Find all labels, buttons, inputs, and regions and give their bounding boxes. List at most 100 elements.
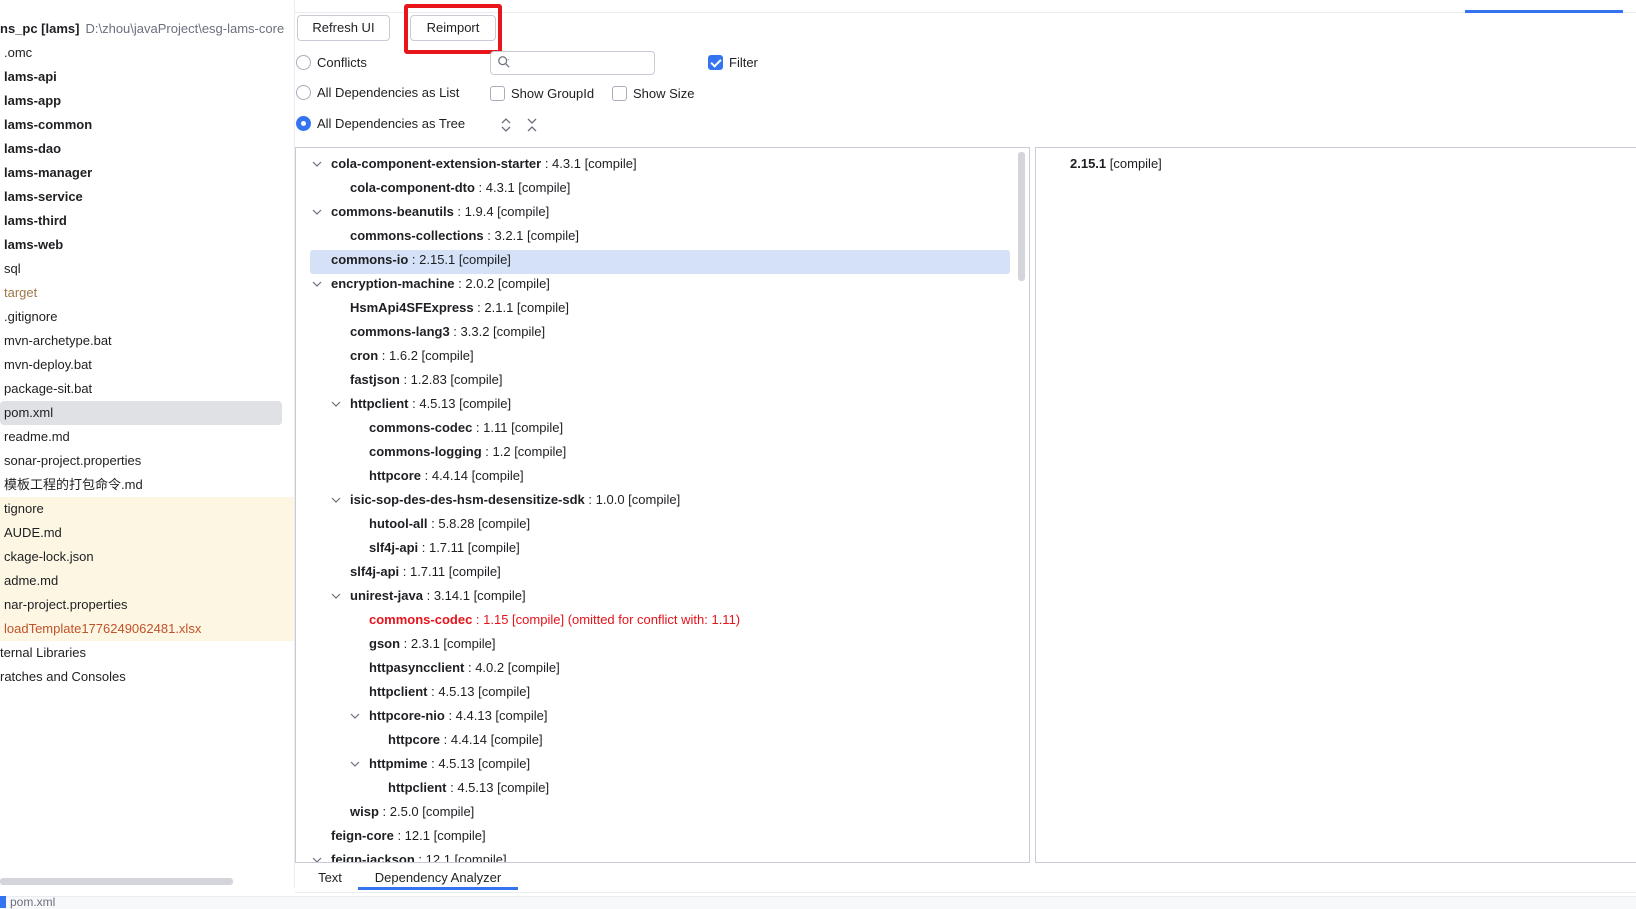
project-tree-item[interactable]: adme.md bbox=[0, 569, 294, 593]
dependency-row[interactable]: commons-collections : 3.2.1 [compile] bbox=[350, 224, 579, 248]
breadcrumb[interactable]: pom.xml bbox=[0, 895, 55, 909]
dependency-row-conflict[interactable]: commons-codec : 1.15 [compile] (omitted … bbox=[369, 608, 740, 632]
dependency-name: commons-io bbox=[331, 252, 409, 267]
chevron-down-icon[interactable] bbox=[312, 207, 322, 217]
dependency-row[interactable]: hutool-all : 5.8.28 [compile] bbox=[369, 512, 530, 536]
show-groupid-checkbox[interactable]: Show GroupId bbox=[490, 84, 594, 104]
project-root-header[interactable]: ns_pc [lams] D:\zhou\javaProject\esg-lams… bbox=[0, 18, 284, 40]
dependency-row[interactable]: cron : 1.6.2 [compile] bbox=[350, 344, 474, 368]
dependency-row[interactable]: HsmApi4SFExpress : 2.1.1 [compile] bbox=[350, 296, 569, 320]
project-tree-item[interactable]: .gitignore bbox=[0, 305, 294, 329]
radio-circle-icon bbox=[296, 85, 311, 100]
dependency-row[interactable]: httpclient : 4.5.13 [compile] bbox=[388, 776, 549, 800]
show-size-checkbox[interactable]: Show Size bbox=[612, 84, 694, 104]
search-field[interactable] bbox=[490, 51, 655, 75]
dependency-name: gson bbox=[369, 636, 401, 651]
project-tree-item[interactable]: lams-manager bbox=[0, 161, 294, 185]
project-tree-item[interactable]: sql bbox=[0, 257, 294, 281]
radio-selected-icon bbox=[296, 116, 311, 131]
dependency-name: cron bbox=[350, 348, 379, 363]
dependency-row[interactable]: httpasyncclient : 4.0.2 [compile] bbox=[369, 656, 560, 680]
conflicts-radio[interactable]: Conflicts bbox=[296, 53, 367, 73]
filter-checkbox[interactable]: Filter bbox=[708, 53, 758, 73]
refresh-ui-button[interactable]: Refresh UI bbox=[297, 15, 390, 41]
chevron-down-icon[interactable] bbox=[312, 279, 322, 289]
tree-view-radio[interactable]: All Dependencies as Tree bbox=[296, 114, 465, 134]
project-tree-item[interactable]: mvn-deploy.bat bbox=[0, 353, 294, 377]
dependency-row[interactable]: cola-component-dto : 4.3.1 [compile] bbox=[350, 176, 570, 200]
dependency-row[interactable]: httpcore-nio : 4.4.13 [compile] bbox=[369, 704, 547, 728]
tab-text[interactable]: Text bbox=[308, 868, 352, 890]
detail-entry[interactable]: 2.15.1 [compile] bbox=[1070, 154, 1162, 174]
project-tree-item[interactable]: lams-common bbox=[0, 113, 294, 137]
project-tree-item[interactable]: ternal Libraries bbox=[0, 641, 294, 665]
search-input[interactable] bbox=[517, 54, 649, 72]
project-tree-item[interactable]: sonar-project.properties bbox=[0, 449, 294, 473]
chevron-down-icon[interactable] bbox=[331, 495, 341, 505]
dependency-row[interactable]: httpcore : 4.4.14 [compile] bbox=[369, 464, 524, 488]
dependency-row[interactable]: httpmime : 4.5.13 [compile] bbox=[369, 752, 530, 776]
project-tree-item[interactable]: lams-third bbox=[0, 209, 294, 233]
project-tree-item[interactable]: tignore bbox=[0, 497, 294, 521]
chevron-down-icon[interactable] bbox=[331, 399, 341, 409]
dependency-row[interactable]: isic-sop-des-des-hsm-desensitize-sdk : 1… bbox=[350, 488, 680, 512]
dependency-row[interactable]: slf4j-api : 1.7.11 [compile] bbox=[350, 560, 501, 584]
project-tree-item-label: ratches and Consoles bbox=[0, 669, 126, 684]
project-tree-item[interactable]: target bbox=[0, 281, 294, 305]
tab-dependency-analyzer[interactable]: Dependency Analyzer bbox=[358, 868, 518, 890]
project-tree-item[interactable]: pom.xml bbox=[0, 401, 282, 425]
project-tree-item-label: lams-web bbox=[4, 237, 64, 252]
sidebar-horizontal-scrollbar[interactable] bbox=[0, 878, 233, 885]
dependency-row[interactable]: feign-jackson : 12.1 [compile] bbox=[331, 848, 507, 863]
dependency-row[interactable]: commons-logging : 1.2 [compile] bbox=[369, 440, 566, 464]
collapse-all-icon[interactable] bbox=[524, 117, 540, 133]
dependency-name: httpclient bbox=[369, 684, 428, 699]
project-tree-item[interactable]: lams-web bbox=[0, 233, 294, 257]
project-tree-item[interactable]: lams-dao bbox=[0, 137, 294, 161]
dependency-version: : 4.4.14 [compile] bbox=[421, 468, 524, 483]
chevron-down-icon[interactable] bbox=[331, 591, 341, 601]
dependency-row[interactable]: encryption-machine : 2.0.2 [compile] bbox=[331, 272, 550, 296]
dependency-row[interactable]: commons-lang3 : 3.3.2 [compile] bbox=[350, 320, 545, 344]
dependency-row[interactable]: gson : 2.3.1 [compile] bbox=[369, 632, 495, 656]
dependency-row[interactable]: httpcore : 4.4.14 [compile] bbox=[388, 728, 543, 752]
tabs-divider bbox=[295, 892, 1636, 893]
project-tree-item[interactable]: ckage-lock.json bbox=[0, 545, 294, 569]
checkbox-checked-icon bbox=[708, 55, 723, 70]
chevron-down-icon[interactable] bbox=[312, 855, 322, 863]
expand-all-icon[interactable] bbox=[498, 117, 514, 133]
dependency-row[interactable]: unirest-java : 3.14.1 [compile] bbox=[350, 584, 526, 608]
project-tree-item[interactable]: .omc bbox=[0, 41, 294, 65]
chevron-down-icon[interactable] bbox=[312, 159, 322, 169]
project-tree-item[interactable]: readme.md bbox=[0, 425, 294, 449]
project-tree-item[interactable]: 模板工程的打包命令.md bbox=[0, 473, 294, 497]
dependency-row[interactable]: commons-codec : 1.11 [compile] bbox=[369, 416, 563, 440]
chevron-down-icon[interactable] bbox=[350, 711, 360, 721]
dependency-row[interactable]: commons-io : 2.15.1 [compile] bbox=[331, 248, 511, 272]
dependency-row[interactable]: httpclient : 4.5.13 [compile] bbox=[369, 680, 530, 704]
project-tree-item[interactable]: ratches and Consoles bbox=[0, 665, 294, 689]
dependency-row[interactable]: wisp : 2.5.0 [compile] bbox=[350, 800, 474, 824]
project-tree-item[interactable]: nar-project.properties bbox=[0, 593, 294, 617]
list-view-radio[interactable]: All Dependencies as List bbox=[296, 83, 459, 103]
reimport-button[interactable]: Reimport bbox=[410, 15, 496, 41]
dependency-row[interactable]: commons-beanutils : 1.9.4 [compile] bbox=[331, 200, 549, 224]
project-tree-item[interactable]: loadTemplate1776249062481.xlsx bbox=[0, 617, 294, 641]
project-tree-item-label: tignore bbox=[4, 501, 44, 516]
project-tree-item[interactable]: lams-service bbox=[0, 185, 294, 209]
project-tree-item[interactable]: lams-app bbox=[0, 89, 294, 113]
project-tree-item[interactable]: mvn-archetype.bat bbox=[0, 329, 294, 353]
dependency-row[interactable]: httpclient : 4.5.13 [compile] bbox=[350, 392, 511, 416]
project-tree-item[interactable]: AUDE.md bbox=[0, 521, 294, 545]
dependency-row[interactable]: fastjson : 1.2.83 [compile] bbox=[350, 368, 502, 392]
dependency-row[interactable]: slf4j-api : 1.7.11 [compile] bbox=[369, 536, 520, 560]
dependency-version: : 12.1 [compile] bbox=[414, 852, 507, 863]
chevron-down-icon[interactable] bbox=[350, 759, 360, 769]
dependency-version: : 3.3.2 [compile] bbox=[449, 324, 546, 339]
dependency-tree-scrollbar[interactable] bbox=[1018, 152, 1025, 281]
project-tree-item[interactable]: lams-api bbox=[0, 65, 294, 89]
dependency-row[interactable]: cola-component-extension-starter : 4.3.1… bbox=[331, 152, 637, 176]
dependency-row[interactable]: feign-core : 12.1 [compile] bbox=[331, 824, 486, 848]
dependency-name: httpcore bbox=[369, 468, 421, 483]
project-tree-item[interactable]: package-sit.bat bbox=[0, 377, 294, 401]
